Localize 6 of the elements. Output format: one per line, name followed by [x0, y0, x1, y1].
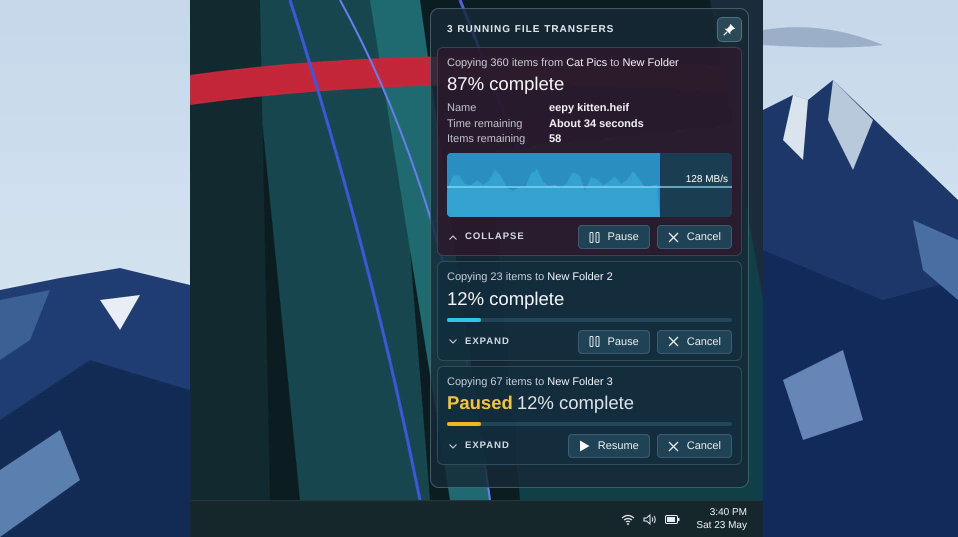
clock-time: 3:40 PM: [710, 506, 747, 519]
battery-icon[interactable]: [665, 514, 680, 524]
clock[interactable]: 3:40 PM Sat 23 May: [696, 506, 747, 532]
wifi-icon[interactable]: [621, 514, 636, 524]
clock-date: Sat 23 May: [696, 519, 747, 532]
volume-icon[interactable]: [643, 514, 658, 524]
